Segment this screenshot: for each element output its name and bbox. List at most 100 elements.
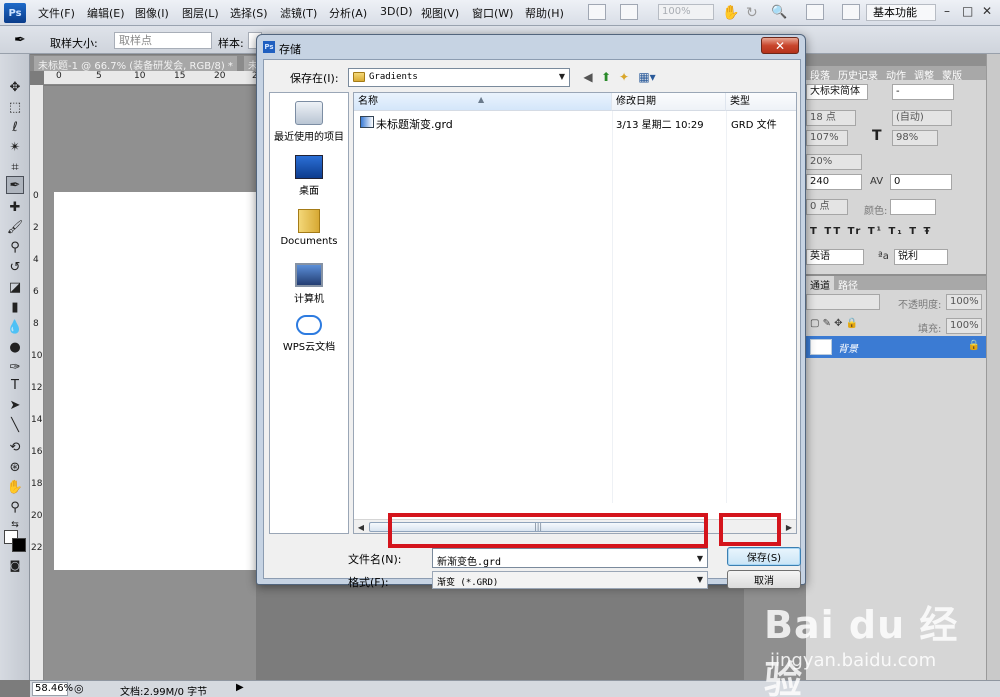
text-style-buttons[interactable]: T TT Tr T¹ T₁ T Ŧ — [810, 226, 932, 237]
kerning-select[interactable]: 240 — [806, 174, 862, 190]
blend-mode-select[interactable] — [806, 294, 880, 310]
font-family-select[interactable]: 大标宋简体 — [806, 84, 868, 100]
place-wps-cloud[interactable]: WPS云文档 — [270, 315, 348, 353]
style-small-caps[interactable]: Tr — [848, 226, 863, 237]
line-tool-icon[interactable]: ╲ — [6, 416, 24, 434]
marquee-tool-icon[interactable]: ⬚ — [6, 98, 24, 116]
menu-filter[interactable]: 滤镜(T) — [280, 5, 317, 21]
view-menu-icon[interactable]: ▦▾ — [636, 69, 658, 85]
save-in-combo[interactable]: Gradients ▼ — [348, 68, 570, 87]
up-folder-icon[interactable]: ⬆ — [598, 69, 614, 85]
path-selection-icon[interactable]: ➤ — [6, 396, 24, 414]
chevron-down-icon[interactable]: ▼ — [697, 575, 703, 584]
status-menu-arrow-icon[interactable]: ▶ — [236, 682, 244, 693]
tracking-percent-field[interactable]: 20% — [806, 154, 862, 170]
chevron-down-icon[interactable]: ▼ — [697, 554, 703, 563]
font-size-field[interactable]: 18 点 — [806, 110, 856, 126]
eyedropper-tool-icon[interactable]: ✒ — [6, 176, 24, 194]
style-subscript[interactable]: T₁ — [889, 226, 904, 237]
pen-tool-icon[interactable]: ✑ — [6, 358, 24, 376]
place-recent[interactable]: 最近使用的项目 — [270, 101, 348, 143]
menu-help[interactable]: 帮助(H) — [525, 5, 564, 21]
hand-tool-icon[interactable]: ✋ — [722, 5, 739, 21]
tab-adjustments[interactable]: 调整 — [910, 66, 938, 82]
background-color-swatch[interactable] — [12, 538, 26, 552]
leading-field[interactable]: (自动) — [892, 110, 952, 126]
text-color-swatch[interactable] — [890, 199, 936, 215]
place-computer[interactable]: 计算机 — [270, 263, 348, 305]
tab-channels[interactable]: 通道 — [806, 276, 834, 292]
dialog-close-button[interactable]: ✕ — [761, 37, 799, 54]
column-type[interactable]: 类型 — [726, 93, 796, 111]
column-modified[interactable]: 修改日期 — [612, 93, 726, 111]
crop-tool-icon[interactable]: ⌗ — [6, 158, 24, 176]
layer-row-background[interactable]: 背景 🔒 — [806, 336, 1000, 358]
antialias-select[interactable]: 锐利 — [894, 249, 948, 265]
tab-paragraph[interactable]: 段落 — [806, 66, 834, 82]
minimize-icon[interactable]: – — [944, 4, 950, 18]
history-brush-icon[interactable]: ↺ — [6, 258, 24, 276]
restore-icon[interactable]: □ — [962, 4, 973, 18]
lasso-tool-icon[interactable]: ℓ — [6, 118, 24, 136]
save-button[interactable]: 保存(S) — [727, 547, 801, 566]
move-tool-icon[interactable]: ✥ — [6, 78, 24, 96]
horizontal-scale-field[interactable]: 98% — [892, 130, 938, 146]
file-row[interactable]: 未标题渐变.grd 3/13 星期二 10:29 GRD 文件 — [354, 113, 798, 131]
column-name[interactable]: 名称 ▲ — [354, 93, 612, 111]
scroll-left-icon[interactable]: ◀ — [354, 521, 368, 533]
hand-icon[interactable]: ✋ — [6, 478, 24, 496]
document-canvas[interactable] — [54, 192, 256, 570]
menu-image[interactable]: 图像(I) — [135, 5, 169, 21]
place-documents[interactable]: Documents — [270, 209, 348, 247]
vertical-scale-field[interactable]: 107% — [806, 130, 848, 146]
fill-field[interactable]: 100% — [946, 318, 982, 334]
menu-3d[interactable]: 3D(D) — [380, 5, 413, 18]
tab-history[interactable]: 历史记录 — [834, 66, 882, 82]
style-strikethrough[interactable]: Ŧ — [924, 226, 933, 237]
zoom-tool-icon[interactable]: 🔍 — [771, 5, 787, 20]
file-list[interactable]: 名称 ▲ 修改日期 类型 未标题渐变.grd 3/13 星期二 10:29 GR… — [353, 92, 797, 534]
arrange-documents-icon[interactable] — [620, 4, 638, 20]
close-app-icon[interactable]: ✕ — [982, 4, 992, 18]
language-select[interactable]: 英语 — [806, 249, 864, 265]
place-desktop[interactable]: 桌面 — [270, 155, 348, 197]
tab-actions[interactable]: 动作 — [882, 66, 910, 82]
back-icon[interactable]: ◀ — [580, 69, 596, 85]
baseline-shift-field[interactable]: 0 点 — [806, 199, 848, 215]
style-all-caps[interactable]: TT — [824, 226, 842, 237]
menu-analysis[interactable]: 分析(A) — [329, 5, 367, 21]
extras-icon[interactable] — [842, 4, 860, 20]
healing-brush-icon[interactable]: ✚ — [6, 198, 24, 216]
blur-tool-icon[interactable]: 💧 — [6, 318, 24, 336]
rotate-view-icon[interactable]: ↻ — [746, 5, 758, 21]
scroll-right-icon[interactable]: ▶ — [782, 521, 796, 533]
menu-layer[interactable]: 图层(L) — [182, 5, 219, 21]
cancel-button[interactable]: 取消 — [727, 570, 801, 589]
menu-view[interactable]: 视图(V) — [421, 5, 459, 21]
eraser-tool-icon[interactable]: ◪ — [6, 278, 24, 296]
menu-select[interactable]: 选择(S) — [230, 5, 268, 21]
gradient-tool-icon[interactable]: ▮ — [6, 298, 24, 316]
menu-file[interactable]: 文件(F) — [38, 5, 75, 21]
workspace-switcher[interactable]: 基本功能 — [866, 4, 936, 21]
type-tool-icon[interactable]: T — [6, 376, 24, 394]
3d-orbit-icon[interactable]: ⊛ — [6, 458, 24, 476]
zoom-combo[interactable]: 100% — [658, 4, 714, 20]
screen-mode-icon[interactable] — [806, 4, 824, 20]
bridge-icon[interactable] — [588, 4, 606, 20]
clone-stamp-icon[interactable]: ⚲ — [6, 238, 24, 256]
tab-paths[interactable]: 路径 — [834, 276, 862, 292]
menu-edit[interactable]: 编辑(E) — [87, 5, 125, 21]
new-folder-icon[interactable]: ✦ — [616, 69, 632, 85]
document-tab-active[interactable]: 未标题-1 @ 66.7% (装备研发会, RGB/8) * — [34, 56, 237, 72]
3d-rotate-icon[interactable]: ⟲ — [6, 438, 24, 456]
dodge-tool-icon[interactable]: ● — [6, 338, 24, 356]
format-select[interactable]: 渐变 (*.GRD) ▼ — [432, 571, 708, 589]
magic-wand-icon[interactable]: ✴ — [6, 138, 24, 156]
status-info-icon[interactable]: ◎ — [74, 682, 84, 695]
style-bold[interactable]: T — [810, 226, 819, 237]
font-style-select[interactable]: - — [892, 84, 954, 100]
lock-icons[interactable]: ▢ ✎ ✥ 🔒 — [810, 318, 858, 329]
zoom-icon[interactable]: ⚲ — [6, 498, 24, 516]
opacity-field[interactable]: 100% — [946, 294, 982, 310]
